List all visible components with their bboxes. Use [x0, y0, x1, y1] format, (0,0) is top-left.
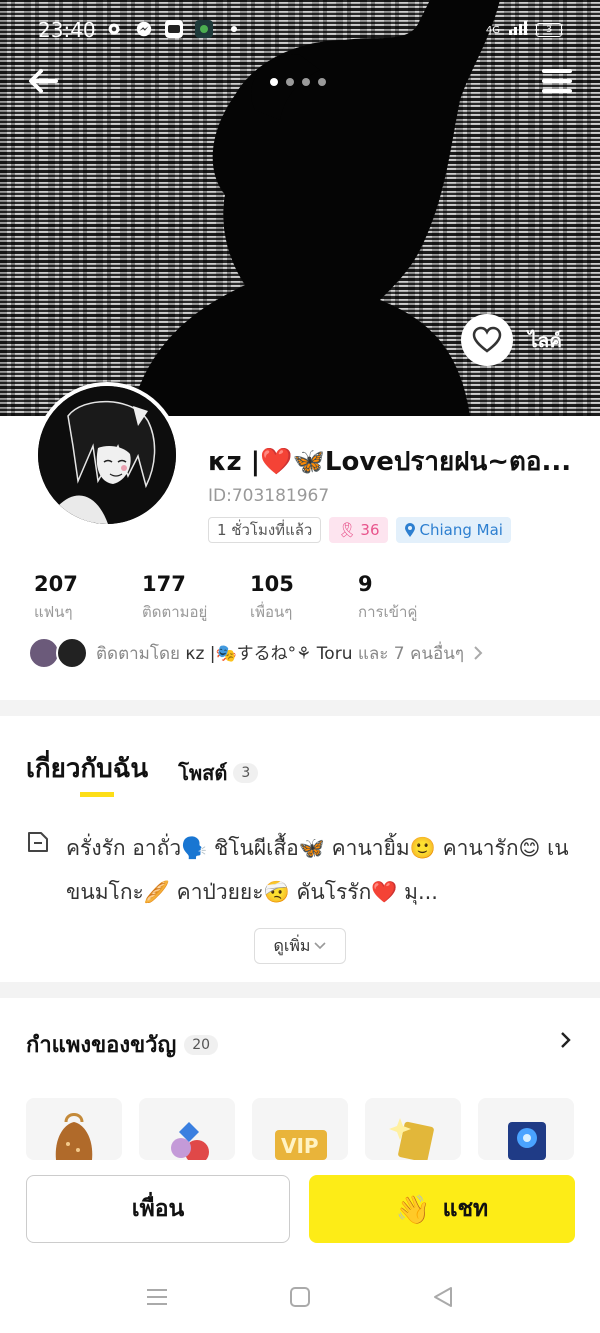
- stat-label: เพื่อนๆ: [250, 603, 293, 621]
- svg-text:VIP: VIP: [281, 1134, 319, 1158]
- bio-text: ครั่งรัก อาถั่ว🗣️ ชิโนผีเสื้อ🦋 คานายิ้ม🙂…: [66, 836, 569, 904]
- gift-item[interactable]: VIP: [252, 1098, 348, 1160]
- like-label[interactable]: ไลค์: [528, 326, 562, 356]
- stat-value: 105: [250, 572, 294, 596]
- card-gift-icon: [389, 1118, 434, 1160]
- gift-item[interactable]: [139, 1098, 235, 1160]
- like-button[interactable]: [461, 314, 513, 366]
- profile-name: κz |❤️🦋Loveปรายฝน~ตอ...: [208, 447, 572, 477]
- ribbon-icon: 🎗: [337, 521, 357, 539]
- hamburger-icon: [542, 69, 572, 93]
- bag-gift-icon: [55, 1113, 93, 1160]
- stat-label: ติดตามอยู่: [142, 603, 208, 621]
- pager-dot: [302, 78, 310, 86]
- friend-button-label: เพื่อน: [131, 1196, 185, 1222]
- pager-dot-active: [270, 78, 278, 86]
- followed-names: κz |🎭するね°⚘ Toru: [185, 644, 353, 664]
- level-badge[interactable]: 🎗 36: [329, 517, 388, 543]
- more-notifications-dot-icon: [224, 19, 244, 39]
- arrow-left-icon: [29, 69, 58, 93]
- gift-count: 20: [184, 1034, 219, 1055]
- home-icon[interactable]: [287, 1284, 313, 1310]
- friend-button[interactable]: เพื่อน: [26, 1175, 290, 1243]
- location-value: Chiang Mai: [419, 521, 503, 539]
- gift-item[interactable]: [478, 1098, 574, 1160]
- menu-button[interactable]: [542, 66, 572, 96]
- waving-hand-icon: 👋: [395, 1192, 431, 1226]
- stat-following[interactable]: 177 ติดตามอยู่: [142, 572, 250, 624]
- gift-item[interactable]: [26, 1098, 122, 1160]
- messenger-icon: [134, 19, 154, 39]
- game-app-icon: [194, 19, 214, 39]
- cover-photo[interactable]: [0, 0, 600, 416]
- chat-button-label: แชท: [442, 1196, 489, 1222]
- user-id: ID:703181967: [208, 486, 330, 506]
- gear-icon: [104, 19, 124, 39]
- see-more-label: ดูเพิ่ม: [273, 935, 311, 955]
- pager-dot: [286, 78, 294, 86]
- location-pin-icon: [404, 523, 415, 537]
- location-badge[interactable]: Chiang Mai: [395, 517, 511, 543]
- gift-list: VIP: [26, 1098, 574, 1160]
- silhouette-image: [130, 0, 500, 416]
- chat-button[interactable]: 👋 แชท: [309, 1175, 575, 1243]
- bio-note-icon: [28, 832, 48, 852]
- avatar[interactable]: [34, 382, 180, 528]
- followed-suffix: และ 7 คนอื่นๆ: [357, 644, 464, 664]
- recent-apps-icon[interactable]: [144, 1284, 170, 1310]
- battery-icon: 3: [536, 23, 562, 37]
- profile-tabs: เกี่ยวกับฉัน โพสต์ 3: [26, 748, 259, 797]
- gift-wall-title: กำแพงของขวัญ: [26, 1033, 177, 1058]
- posts-count: 3: [233, 763, 259, 783]
- last-seen-badge: 1 ชั่วโมงที่แล้ว: [208, 517, 322, 543]
- chevron-down-icon: [314, 942, 327, 950]
- vip-gift-icon: VIP: [275, 1130, 327, 1160]
- stat-value: 177: [142, 572, 186, 596]
- pager-dot: [318, 78, 326, 86]
- tab-posts[interactable]: โพสต์ 3: [178, 757, 259, 789]
- stats-row: 207 แฟนๆ 177 ติดตามอยู่ 105 เพื่อนๆ 9 กา…: [34, 572, 466, 624]
- level-value: 36: [360, 521, 380, 539]
- heart-icon: [472, 326, 502, 353]
- stat-friends[interactable]: 105 เพื่อนๆ: [250, 572, 358, 624]
- avatar-image: [38, 386, 176, 524]
- stat-label: แฟนๆ: [34, 603, 73, 621]
- photo-pager: [270, 78, 326, 86]
- stat-value: 9: [358, 572, 373, 596]
- network-type: 4G: [485, 24, 500, 36]
- stat-value: 207: [34, 572, 78, 596]
- see-more-button[interactable]: ดูเพิ่ม: [254, 928, 346, 964]
- followed-by-text: ติดตามโดย κz |🎭するね°⚘ Toru และ 7 คนอื่นๆ: [96, 639, 464, 667]
- stat-label: การเข้าคู่: [358, 603, 418, 621]
- section-divider: [0, 982, 600, 998]
- chevron-right-icon: [474, 646, 483, 660]
- stat-fans[interactable]: 207 แฟนๆ: [34, 572, 142, 624]
- battery-level: 3: [536, 23, 562, 37]
- frame-gift-icon: [508, 1122, 546, 1160]
- followed-by-row[interactable]: ติดตามโดย κz |🎭するね°⚘ Toru และ 7 คนอื่นๆ: [28, 637, 588, 669]
- gem-gift-icon: [171, 1122, 209, 1160]
- tab-about[interactable]: เกี่ยวกับฉัน: [26, 748, 148, 797]
- status-bar: 23:40 4G 3: [0, 0, 600, 60]
- tab-posts-label: โพสต์: [178, 761, 228, 785]
- app-notification-icon: [164, 19, 184, 39]
- back-button[interactable]: [26, 64, 60, 98]
- stat-matches[interactable]: 9 การเข้าคู่: [358, 572, 466, 624]
- signal-icon: [508, 20, 528, 40]
- gift-wall-header[interactable]: กำแพงของขวัญ 20: [26, 1027, 219, 1062]
- status-time: 23:40: [38, 18, 96, 42]
- follower-avatar: [56, 637, 88, 669]
- profile-badges: 1 ชั่วโมงที่แล้ว 🎗 36 Chiang Mai: [208, 517, 511, 543]
- followed-prefix: ติดตามโดย: [96, 644, 181, 664]
- back-nav-icon[interactable]: [430, 1284, 456, 1310]
- gift-item[interactable]: [365, 1098, 461, 1160]
- chevron-right-icon[interactable]: [556, 1030, 576, 1050]
- section-divider: [0, 700, 600, 716]
